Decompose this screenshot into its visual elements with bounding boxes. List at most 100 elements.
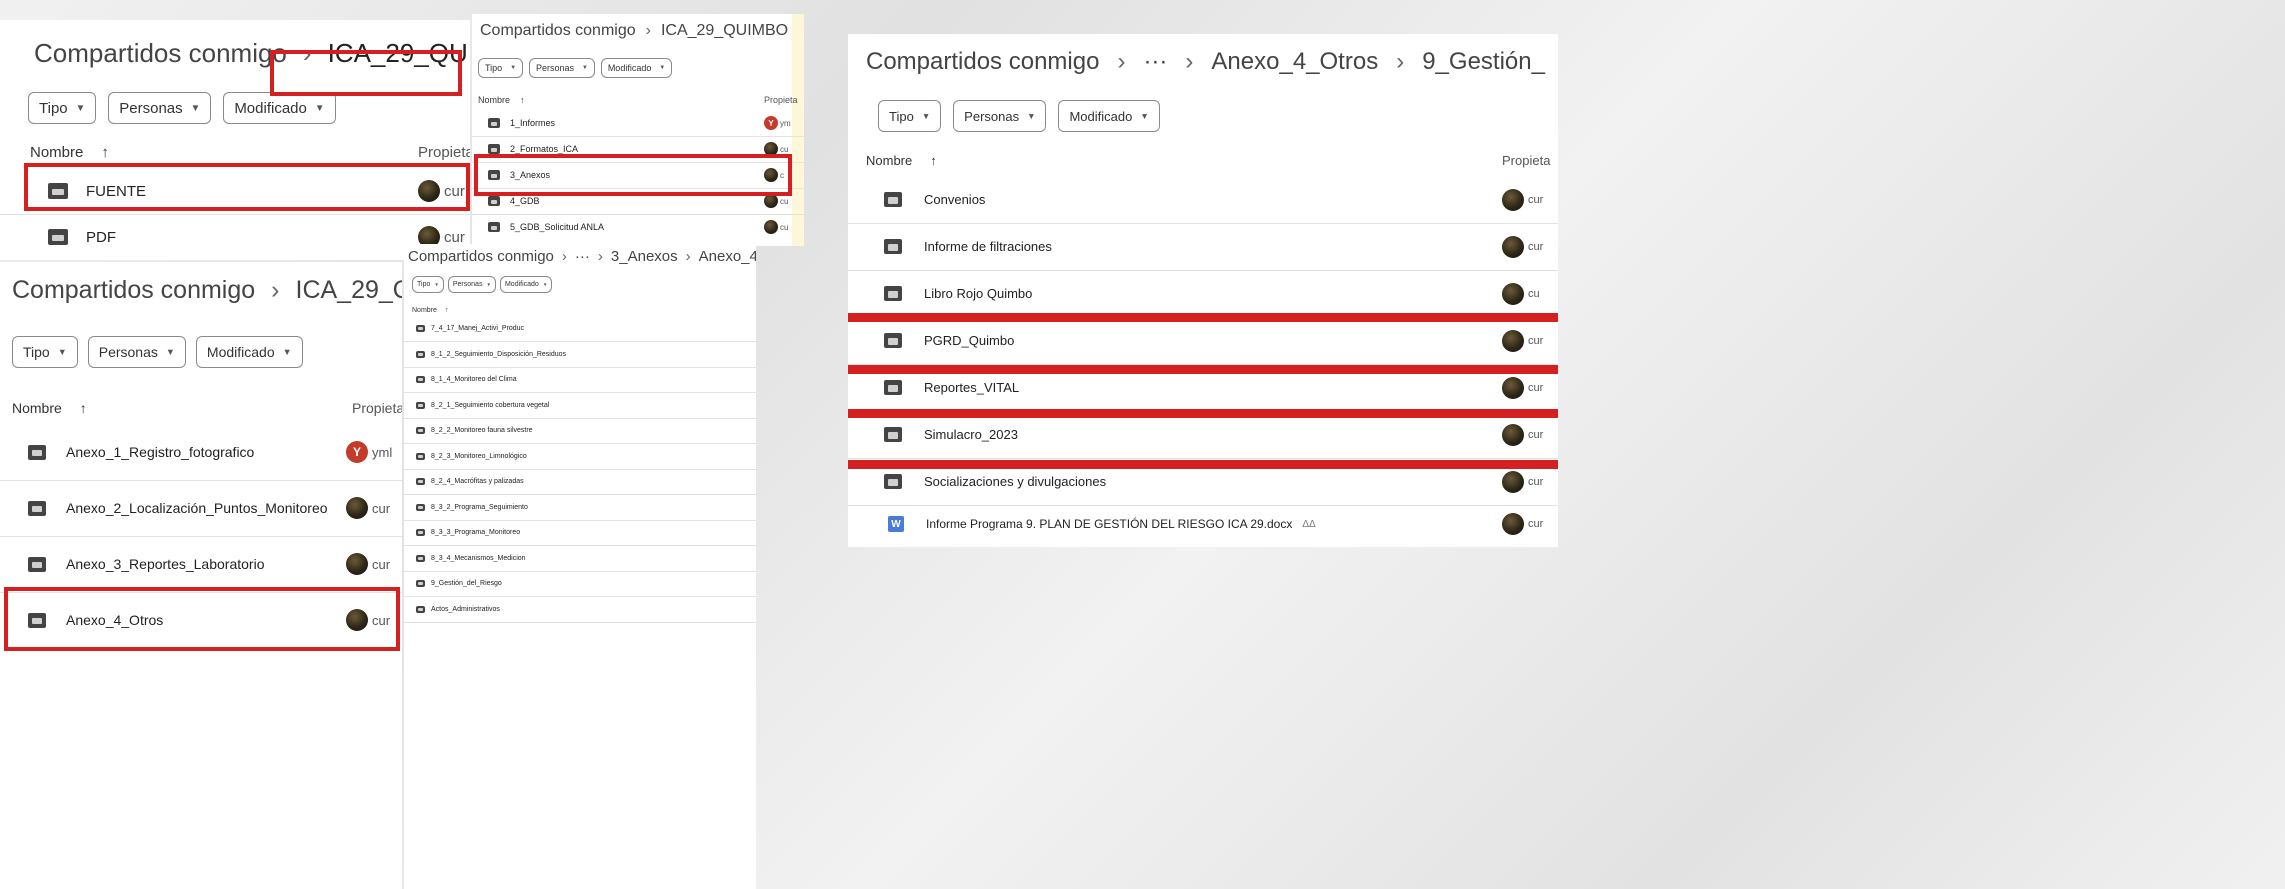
list-item[interactable]: Anexo_1_Registro_fotografico Yyml	[0, 424, 402, 481]
more-icon[interactable]: ···	[575, 248, 590, 265]
filter-type-button[interactable]: Tipo ▼	[412, 276, 444, 293]
folder-icon	[416, 605, 425, 613]
list-item[interactable]: 8_1_2_Seguimiento_Disposición_Residuos	[404, 342, 756, 368]
filter-type-button[interactable]: Tipo ▼	[12, 336, 78, 368]
filter-modified-button[interactable]: Modificado ▼	[1058, 100, 1160, 132]
list-item[interactable]: 8_3_3_Programa_Monitoreo	[404, 520, 756, 546]
avatar	[1502, 329, 1524, 352]
highlight-line	[848, 365, 1558, 374]
chevron-down-icon: ▼	[434, 282, 439, 287]
column-name-header[interactable]: Nombre	[478, 95, 510, 105]
arrow-up-icon[interactable]: ↑	[930, 153, 937, 168]
item-name: Anexo_1_Registro_fotografico	[66, 444, 255, 460]
breadcrumb-root[interactable]: Compartidos conmigo	[12, 276, 255, 305]
column-name-header[interactable]: Nombre	[30, 144, 83, 161]
folder-icon	[416, 580, 425, 587]
list-item[interactable]: Libro Rojo Quimbo cu	[848, 270, 1558, 318]
filter-modified-button[interactable]: Modificado ▼	[499, 276, 553, 293]
filter-people-button[interactable]: Personas ▼	[528, 58, 595, 78]
chevron-down-icon: ▼	[542, 282, 548, 287]
item-name: 8_3_3_Programa_Monitoreo	[431, 529, 521, 536]
breadcrumb-separator-icon: ›	[1185, 48, 1194, 75]
highlight-box	[24, 163, 470, 211]
filter-people-button[interactable]: Personas ▼	[108, 92, 212, 124]
chevron-down-icon: ▼	[486, 282, 491, 287]
filter-type-button[interactable]: Tipo ▼	[478, 58, 523, 78]
folder-icon	[884, 380, 902, 395]
owner-name: cu	[1528, 287, 1540, 300]
breadcrumb-separator-icon: ›	[271, 276, 280, 304]
list-item[interactable]: Convenios cur	[848, 176, 1558, 224]
arrow-up-icon[interactable]: ↑	[101, 144, 109, 161]
list-item[interactable]: 8_2_3_Monitoreo_Limnológico	[404, 444, 756, 470]
list-item[interactable]: Informe de filtraciones cur	[848, 223, 1558, 271]
list-item[interactable]: 8_2_2_Monitoreo fauna silvestre	[404, 418, 756, 444]
item-name: Socializaciones y divulgaciones	[924, 474, 1107, 489]
list-item[interactable]: PDF cur	[0, 214, 470, 260]
avatar	[1502, 423, 1524, 446]
folder-icon	[884, 474, 902, 489]
breadcrumb-folder[interactable]: 3_Anexos	[611, 248, 678, 265]
folder-icon	[416, 325, 425, 332]
list-item[interactable]: 8_2_4_Macrófitas y palizadas	[404, 469, 756, 495]
list-item[interactable]: Anexo_2_Localización_Puntos_Monitoreo cu…	[0, 480, 402, 537]
list-item[interactable]: 8_3_2_Programa_Seguimiento	[404, 495, 756, 521]
filter-modified-button[interactable]: Modificado ▼	[600, 58, 673, 78]
folder-icon	[416, 478, 425, 485]
breadcrumb-current[interactable]: Anexo_4_Ot	[699, 248, 756, 265]
breadcrumb-current[interactable]: ICA_29_QUIMBO	[661, 22, 788, 40]
filter-people-button[interactable]: Personas ▼	[447, 276, 496, 293]
breadcrumb-current[interactable]: 9_Gestión_	[1422, 48, 1545, 76]
filter-type-button[interactable]: Tipo ▼	[28, 92, 97, 124]
arrow-up-icon[interactable]: ↑	[520, 95, 525, 105]
filter-type-button[interactable]: Tipo ▼	[878, 100, 942, 132]
breadcrumb-folder[interactable]: Anexo_4_Otros	[1211, 48, 1378, 76]
breadcrumb-root[interactable]: Compartidos conmigo	[866, 48, 1099, 76]
list-item[interactable]: 7_4_17_Manej_Activi_Produc	[404, 316, 756, 342]
filter-label: Personas	[452, 281, 483, 288]
list-item[interactable]: 9_Gestión_del_Riesgo	[404, 571, 756, 597]
item-name: 8_2_4_Macrófitas y palizadas	[431, 478, 524, 485]
folder-icon	[884, 333, 902, 348]
chevron-down-icon: ▼	[659, 65, 666, 71]
filter-modified-button[interactable]: Modificado ▼	[195, 336, 303, 368]
column-owner-header: Propieta	[352, 400, 402, 416]
column-name-header[interactable]: Nombre	[866, 153, 912, 168]
breadcrumb-current[interactable]: ICA_29_QUIMBO	[296, 276, 403, 305]
panel-risk-folder: Compartidos conmigo › ··· › Anexo_4_Otro…	[848, 34, 1558, 547]
breadcrumb-root[interactable]: Compartidos conmigo	[408, 248, 554, 265]
list-item[interactable]: 1_Informes Yym	[472, 110, 804, 137]
folder-icon	[884, 286, 902, 301]
panel-root-folder: Compartidos conmigo › ICA_29_QUIMBO ▾ Ti…	[0, 20, 470, 260]
list-item[interactable]: PGRD_Quimbo cur	[848, 317, 1558, 365]
list-item[interactable]: 5_GDB_Solicitud ANLA cu	[472, 214, 804, 240]
list-item[interactable]: Simulacro_2023 cur	[848, 411, 1558, 459]
filter-people-button[interactable]: Personas ▼	[87, 336, 186, 368]
more-icon[interactable]: ···	[1143, 48, 1167, 76]
breadcrumb: Compartidos conmigo › ICA_29_QUIMBO	[480, 22, 788, 40]
list-item[interactable]: 8_2_1_Seguimiento cobertura vegetal	[404, 393, 756, 419]
list-item[interactable]: W Informe Programa 9. PLAN DE GESTIÓN DE…	[848, 506, 1558, 542]
arrow-up-icon[interactable]: ↑	[445, 307, 449, 314]
list-item[interactable]: 8_1_4_Monitoreo del Clima	[404, 367, 756, 393]
filter-label: Personas	[98, 344, 158, 360]
folder-icon	[884, 239, 902, 254]
arrow-up-icon[interactable]: ↑	[80, 400, 87, 416]
breadcrumb-separator-icon: ›	[1396, 48, 1405, 75]
list-item[interactable]: Anexo_3_Reportes_Laboratorio cur	[0, 536, 402, 593]
filter-modified-button[interactable]: Modificado ▼	[223, 92, 336, 124]
column-name-header[interactable]: Nombre	[12, 400, 62, 416]
filter-people-button[interactable]: Personas ▼	[953, 100, 1047, 132]
list-item[interactable]: Actos_Administrativos	[404, 597, 756, 623]
filter-label: Tipo	[39, 99, 68, 117]
owner-name: cu	[780, 222, 789, 232]
list-item[interactable]: 8_3_4_Mecanismos_Medicion	[404, 546, 756, 572]
folder-icon	[416, 452, 425, 460]
avatar	[1502, 282, 1524, 305]
breadcrumb-root[interactable]: Compartidos conmigo	[34, 38, 287, 69]
filter-label: Modificado	[504, 281, 539, 288]
column-name-header[interactable]: Nombre	[412, 307, 437, 314]
breadcrumb-root[interactable]: Compartidos conmigo	[480, 22, 636, 40]
breadcrumb: Compartidos conmigo › ICA_29_QUIMBO ›	[12, 276, 402, 305]
avatar: Y	[764, 116, 778, 130]
